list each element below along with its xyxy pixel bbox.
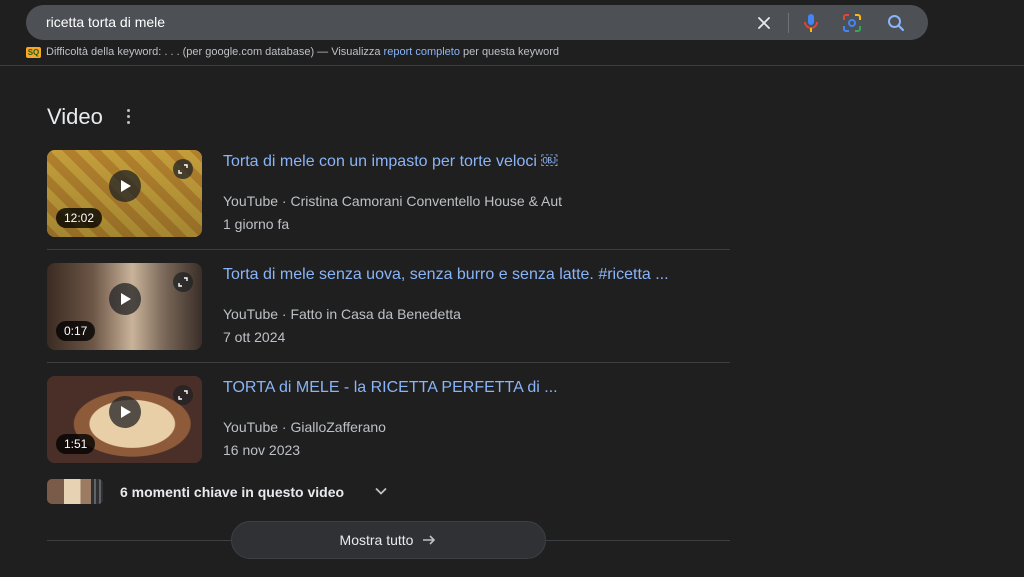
key-moments-label: 6 momenti chiave in questo video	[120, 484, 345, 500]
keyword-suffix-text: per questa keyword	[462, 46, 559, 58]
search-submit-button[interactable]	[881, 5, 911, 40]
play-icon	[109, 283, 141, 315]
search-input[interactable]	[46, 5, 746, 40]
keyword-difficulty-bar: SQ Difficoltà della keyword: . . . (per …	[26, 45, 559, 59]
top-bar: SQ Difficoltà della keyword: . . . (per …	[0, 0, 1024, 66]
keyword-difficulty-label: Difficoltà della keyword:	[46, 46, 162, 58]
show-all-label: Mostra tutto	[339, 532, 414, 548]
video-title-link[interactable]: Torta di mele senza uova, senza burro e …	[223, 265, 669, 285]
arrow-right-icon	[423, 535, 436, 545]
clear-search-button[interactable]	[749, 5, 779, 40]
more-options-button[interactable]	[119, 106, 137, 126]
show-all-button[interactable]: Mostra tutto	[231, 521, 546, 559]
semrush-logo-icon: SQ	[26, 46, 41, 58]
video-result-1: 12:02 Torta di mele con un impasto per t…	[47, 150, 730, 250]
video-date: 7 ott 2024	[223, 329, 286, 345]
expand-icon	[173, 159, 193, 179]
expand-icon	[173, 385, 193, 405]
search-separator	[788, 13, 789, 33]
video-thumbnail-3[interactable]: 1:51	[47, 376, 202, 463]
section-title: Video	[47, 104, 103, 129]
video-source: YouTube · Fatto in Casa da Benedetta	[223, 306, 461, 322]
result-divider	[47, 249, 730, 250]
result-divider	[47, 362, 730, 363]
video-duration: 0:17	[56, 321, 96, 341]
key-moments-toggle[interactable]: 6 momenti chiave in questo video	[47, 479, 447, 504]
lens-search-button[interactable]	[837, 5, 867, 40]
search-box[interactable]	[26, 5, 928, 40]
video-title-link[interactable]: TORTA di MELE - la RICETTA PERFETTA di .…	[223, 378, 558, 398]
video-thumbnail-2[interactable]: 0:17	[47, 263, 202, 350]
chevron-down-icon	[372, 482, 390, 500]
video-result-3: 1:51 TORTA di MELE - la RICETTA PERFETTA…	[47, 376, 730, 476]
video-source: YouTube · GialloZafferano	[223, 419, 386, 435]
microphone-icon	[804, 13, 818, 32]
key-moments-thumbnail	[47, 479, 103, 504]
video-result-2: 0:17 Torta di mele senza uova, senza bur…	[47, 263, 730, 363]
play-icon	[109, 396, 141, 428]
video-duration: 12:02	[56, 208, 103, 228]
expand-icon	[173, 272, 193, 292]
video-title-link[interactable]: Torta di mele con un impasto per torte v…	[223, 152, 557, 172]
google-lens-icon	[843, 13, 861, 32]
search-icon	[888, 14, 905, 31]
video-duration: 1:51	[56, 434, 96, 454]
video-date: 1 giorno fa	[223, 216, 290, 232]
video-thumbnail-1[interactable]: 12:02	[47, 150, 202, 237]
voice-search-button[interactable]	[796, 5, 826, 40]
play-icon	[109, 170, 141, 202]
video-source: YouTube · Cristina Camorani Conventello …	[223, 193, 563, 209]
keyword-database-text: (per google.com database) — Visualizza	[182, 46, 381, 58]
close-icon	[758, 16, 770, 29]
video-date: 16 nov 2023	[223, 442, 301, 458]
full-report-link[interactable]: report completo	[384, 46, 460, 58]
more-vert-icon	[126, 108, 130, 112]
keyword-difficulty-score: . . .	[164, 46, 180, 58]
